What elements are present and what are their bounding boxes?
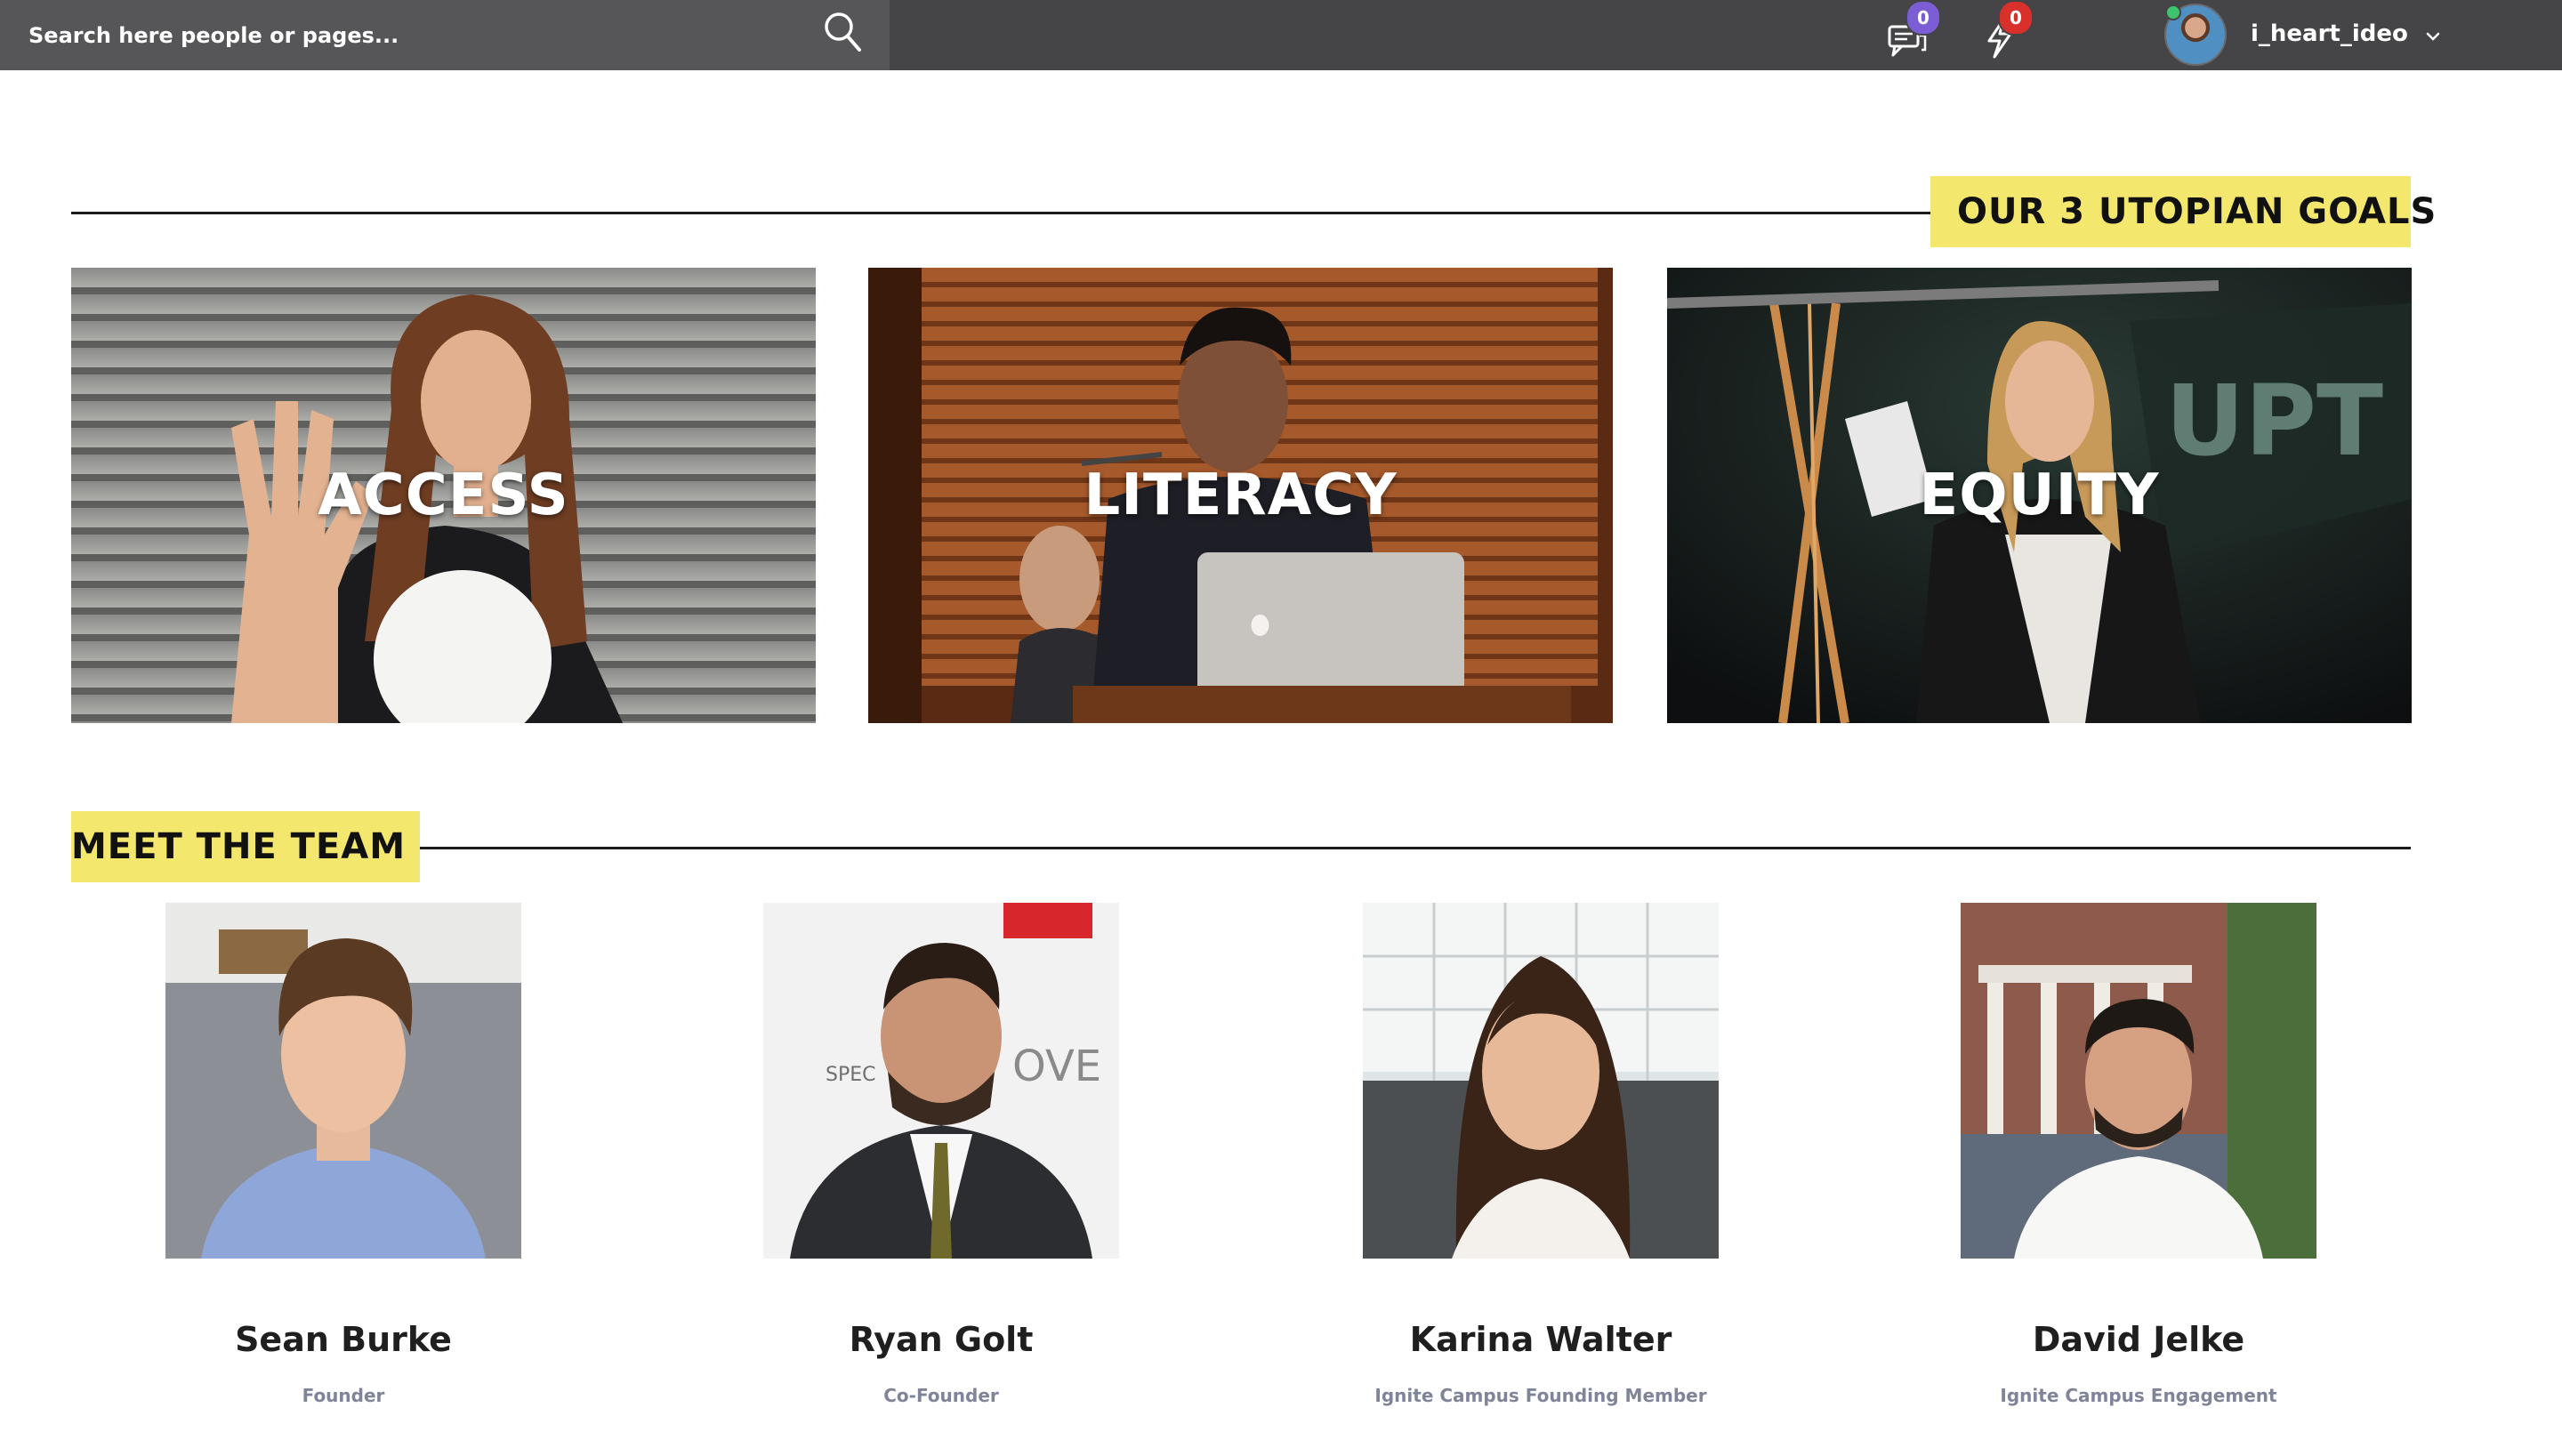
goal-card-literacy[interactable]: LITERACY: [868, 268, 1613, 723]
username[interactable]: i_heart_ideo: [2251, 16, 2408, 52]
member-name: Sean Burke: [235, 1320, 452, 1359]
goal-title-equity: EQUITY: [1919, 463, 2160, 528]
member-role: Co-Founder: [883, 1385, 999, 1406]
search-icon[interactable]: [822, 10, 863, 54]
messages-count-badge: 0: [1905, 0, 1941, 36]
notifications-count-badge: 0: [1998, 0, 2034, 36]
chevron-down-icon[interactable]: [2420, 20, 2446, 52]
member-name: David Jelke: [2032, 1320, 2245, 1359]
goal-title-literacy: LITERACY: [1084, 463, 1398, 528]
goals-divider: [71, 212, 1930, 214]
notifications-button[interactable]: 0: [1977, 0, 2034, 62]
member-photo-karina-walter[interactable]: [1363, 903, 1719, 1259]
search-input[interactable]: [27, 16, 795, 55]
online-status-dot: [2165, 4, 2181, 20]
member-name: Karina Walter: [1409, 1320, 1672, 1359]
member-name: Ryan Golt: [849, 1320, 1034, 1359]
goals-heading: OUR 3 UTOPIAN GOALS: [1930, 176, 2436, 247]
team-member-card: Karina Walter Ignite Campus Founding Mem…: [1238, 903, 1736, 1436]
team-member-card: Sean Burke Founder: [41, 903, 539, 1436]
member-role: Ignite Campus Founding Member: [1374, 1385, 1707, 1406]
team-member-card: David Jelke Ignite Campus Engagement: [1836, 903, 2334, 1436]
goal-card-equity[interactable]: UPT EQUITY: [1667, 268, 2412, 723]
member-role: Founder: [302, 1385, 385, 1406]
svg-text:OVE: OVE: [1012, 1042, 1101, 1091]
member-photo-sean-burke[interactable]: [165, 903, 521, 1259]
team-member-card: OVE SPEC Ryan Golt Co-Founder: [639, 903, 1137, 1436]
messages-button[interactable]: 0: [1882, 0, 1941, 62]
member-role: Ignite Campus Engagement: [2000, 1385, 2277, 1406]
goal-card-access[interactable]: ACCESS: [71, 268, 816, 723]
goal-title-access: ACCESS: [318, 463, 569, 528]
member-photo-david-jelke[interactable]: [1961, 903, 2316, 1259]
search-bar: [0, 0, 890, 70]
team-heading: MEET THE TEAM: [71, 811, 420, 882]
top-navigation-bar: 0 0 i_heart_ideo: [0, 0, 2562, 70]
member-photo-ryan-golt[interactable]: OVE SPEC: [763, 903, 1119, 1259]
svg-text:SPEC: SPEC: [826, 1064, 876, 1086]
team-divider: [420, 847, 2411, 849]
